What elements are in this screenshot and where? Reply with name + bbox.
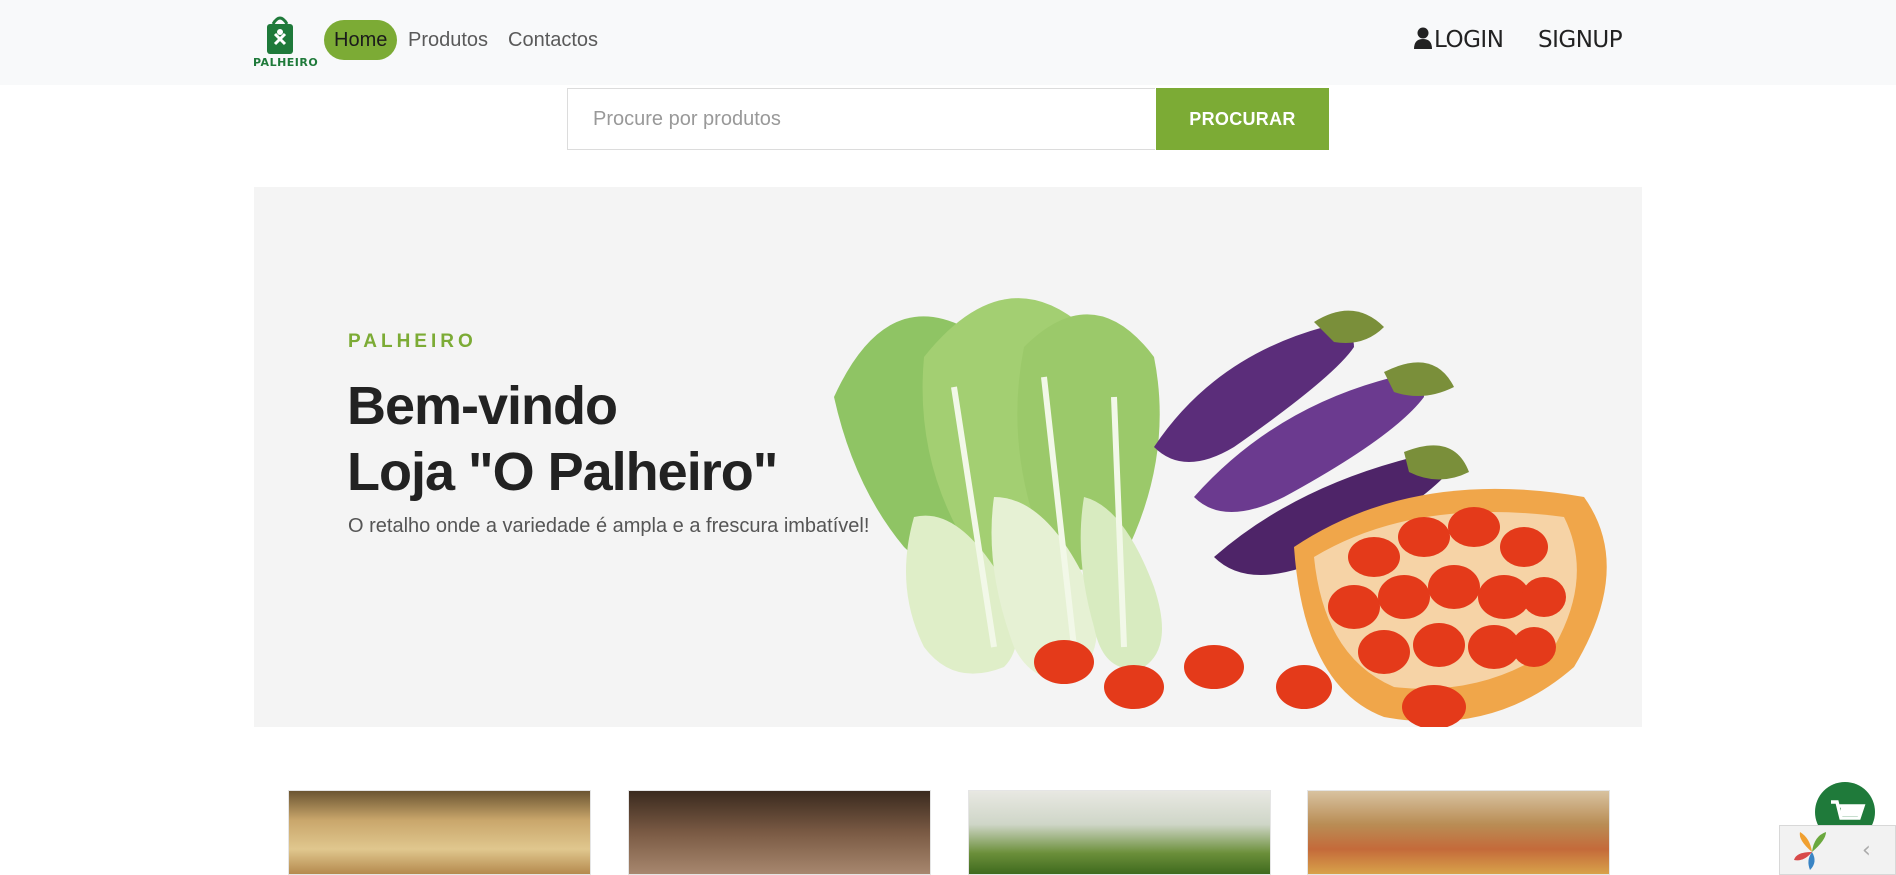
hero-eyebrow: PALHEIRO [348, 331, 477, 352]
chevron-left-icon[interactable]: ‹ [1862, 838, 1871, 863]
hero-title-line1: Bem-vindo [347, 376, 618, 436]
user-icon [1414, 27, 1432, 49]
signup-link[interactable]: SIGNUP [1538, 22, 1623, 58]
login-link[interactable]: LOGIN [1414, 22, 1504, 58]
search-bar: PROCURAR [567, 88, 1329, 150]
product-card-glass-jar[interactable] [628, 790, 931, 875]
brand-logo[interactable]: PALHEIRO [253, 12, 319, 72]
product-card-grains[interactable] [1307, 790, 1610, 875]
product-card-nuts[interactable] [288, 790, 591, 875]
hero-title-line2: Loja "O Palheiro" [347, 442, 778, 502]
nav-contactos-link[interactable]: Contactos [508, 20, 598, 60]
login-label: LOGIN [1434, 27, 1504, 53]
hero-subtitle: O retalho onde a variedade é ampla e a f… [348, 515, 870, 537]
top-navbar: PALHEIRO Home Produtos Contactos LOGIN S… [0, 0, 1896, 85]
hero-title: Bem-vindo Loja "O Palheiro" [347, 373, 778, 505]
nav-home-link[interactable]: Home [324, 20, 398, 60]
product-card-herbs[interactable] [968, 790, 1271, 875]
shopping-bag-logo-icon [267, 16, 293, 54]
search-input[interactable] [567, 88, 1155, 150]
hero-banner: PALHEIRO Bem-vindo Loja "O Palheiro" O r… [254, 187, 1642, 727]
bok-choy-illustration [834, 298, 1162, 679]
search-button[interactable]: PROCURAR [1156, 88, 1329, 150]
yii-debug-logo-icon [1794, 832, 1826, 870]
vegetables-image [834, 298, 1607, 727]
nav-produtos-link[interactable]: Produtos [408, 20, 488, 60]
logo-text: PALHEIRO [253, 56, 319, 69]
product-grid [288, 790, 1610, 875]
debug-toolbar-widget[interactable]: ‹ [1779, 825, 1896, 875]
